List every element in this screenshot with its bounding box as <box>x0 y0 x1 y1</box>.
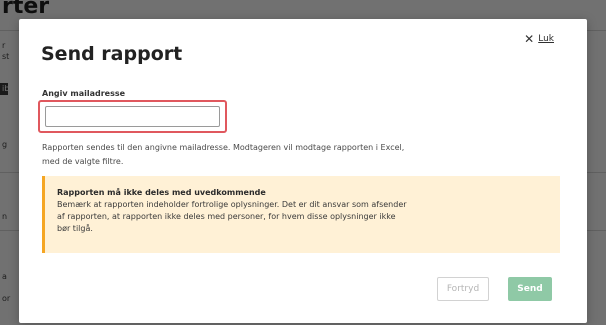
close-icon[interactable]: ✕ <box>524 33 534 45</box>
warning-title: Rapporten må ikke deles med uvedkommende <box>57 188 266 197</box>
dialog-title: Send rapport <box>41 43 183 65</box>
email-field-highlight <box>38 100 227 133</box>
email-input[interactable] <box>45 106 220 127</box>
help-text: Rapporten sendes til den angivne mailadr… <box>42 143 405 166</box>
warning-box: Rapporten må ikke deles med uvedkommende… <box>42 176 560 253</box>
close-button[interactable]: ✕ Luk <box>524 33 554 45</box>
close-link[interactable]: Luk <box>538 34 554 44</box>
email-label: Angiv mailadresse <box>42 89 126 98</box>
send-button[interactable]: Send <box>508 277 552 301</box>
warning-body: Bemærk at rapporten indeholder fortrolig… <box>57 200 407 233</box>
cancel-button[interactable]: Fortryd <box>437 277 489 301</box>
send-report-dialog: Send rapport ✕ Luk Angiv mailadresse Rap… <box>19 19 587 323</box>
